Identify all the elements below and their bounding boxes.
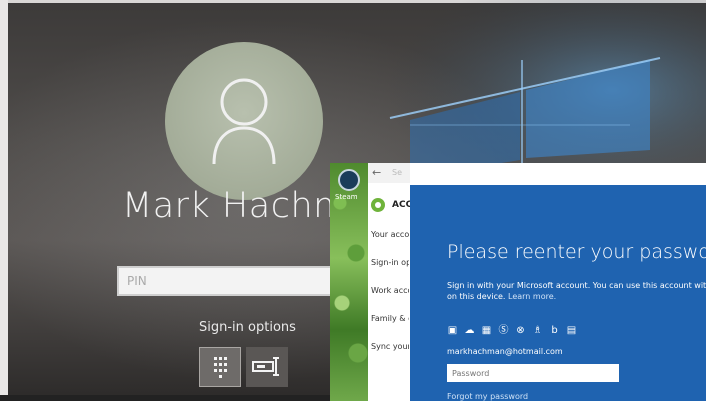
desktop-icon-label: Steam — [335, 193, 358, 201]
back-arrow-icon[interactable]: ← — [372, 166, 381, 179]
user-avatar — [165, 42, 323, 200]
password-key-icon — [252, 357, 279, 376]
pin-keypad-icon — [214, 357, 227, 378]
gear-icon — [371, 198, 385, 212]
pin-field[interactable] — [117, 266, 332, 296]
settings-window: ← Se ACC Your acco Sign-in op Work acco … — [368, 163, 412, 401]
dialog-title: Please reenter your password — [447, 241, 706, 263]
learn-more-link[interactable]: Learn more. — [508, 292, 556, 301]
nav-item-signin-options[interactable]: Sign-in op — [371, 258, 409, 267]
monitor-bezel-left — [0, 0, 8, 401]
dialog-description-line1: Sign in with your Microsoft account. You… — [447, 281, 706, 290]
nav-item-family[interactable]: Family & o — [371, 314, 409, 323]
windows-icon: ▦ — [481, 325, 492, 336]
dialog-description-line2: on this device. Learn more. — [447, 291, 706, 302]
user-name: Mark Hachm — [122, 186, 348, 226]
forgot-password-link[interactable]: Forgot my password — [447, 392, 528, 401]
account-reauth-screenshot: Steam ← Se ACC Your acco Sign-in op Work… — [330, 163, 706, 401]
user-silhouette-icon — [212, 78, 276, 164]
settings-window-title: Se — [392, 168, 402, 177]
accounts-header: ACC — [370, 197, 412, 215]
dialog-description-line2-text: on this device. — [447, 292, 506, 301]
monitor-bezel-bottom — [0, 395, 330, 401]
password-signin-option-button[interactable] — [246, 347, 288, 387]
bing-icon: b — [551, 325, 558, 336]
msn-icon: ♗ — [533, 325, 542, 336]
nav-item-your-account[interactable]: Your acco — [371, 230, 409, 239]
onedrive-icon: ☁ — [464, 325, 475, 336]
xbox-icon: ⊗ — [516, 325, 525, 336]
pin-input[interactable] — [119, 268, 327, 294]
dialog-description: Sign in with your Microsoft account. You… — [447, 280, 706, 302]
dialog-titlebar — [410, 163, 706, 185]
reenter-password-dialog: Please reenter your password Sign in wit… — [410, 163, 706, 401]
nav-item-sync[interactable]: Sync your — [371, 342, 409, 351]
account-email: markhachman@hotmail.com — [447, 347, 563, 356]
office-icon: ▣ — [447, 325, 458, 336]
signin-options-link[interactable]: Sign-in options — [199, 320, 296, 335]
settings-titlebar: ← Se — [368, 163, 410, 183]
skype-icon: Ⓢ — [498, 325, 509, 336]
store-icon: ▤ — [566, 325, 577, 336]
desktop-wallpaper: Steam — [330, 163, 368, 401]
pin-signin-option-button[interactable] — [199, 347, 241, 387]
password-input[interactable] — [447, 364, 619, 382]
steam-icon[interactable] — [338, 169, 360, 191]
microsoft-services-icons: ▣ ☁ ▦ Ⓢ ⊗ ♗ b ▤ — [447, 318, 583, 336]
nav-item-work-access[interactable]: Work acco — [371, 286, 409, 295]
